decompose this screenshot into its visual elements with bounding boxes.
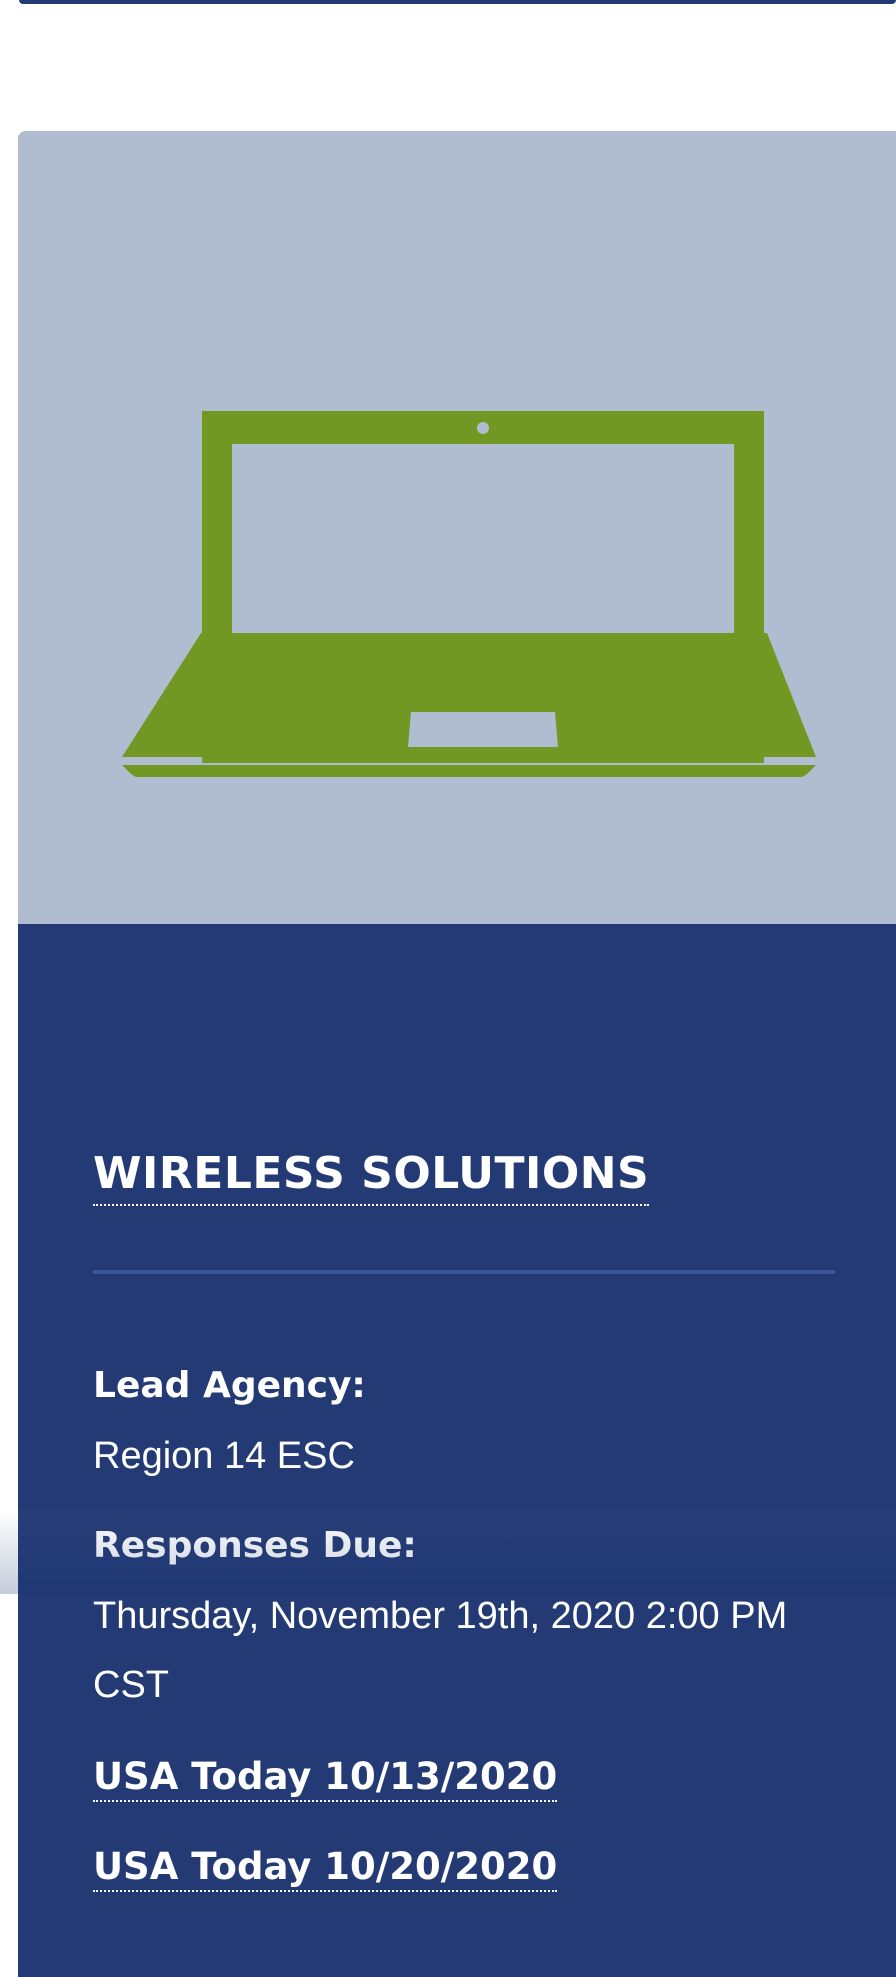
lead-agency-value: Region 14 ESC bbox=[93, 1435, 355, 1477]
laptop-icon bbox=[122, 411, 816, 777]
document-link-usa-today-1020[interactable]: USA Today 10/20/2020 bbox=[93, 1844, 558, 1892]
card-image bbox=[18, 131, 896, 924]
previous-card-bottom-edge bbox=[19, 0, 896, 4]
contract-card: WIRELESS SOLUTIONS Lead Agency: Region 1… bbox=[18, 131, 896, 1977]
responses-due-value: Thursday, November 19th, 2020 2:00 PM CS… bbox=[93, 1595, 788, 1706]
lead-agency-label: Lead Agency: bbox=[93, 1365, 366, 1406]
card-divider bbox=[93, 1270, 835, 1274]
document-link-usa-today-1013[interactable]: USA Today 10/13/2020 bbox=[93, 1754, 558, 1802]
card-title-link[interactable]: WIRELESS SOLUTIONS bbox=[93, 1146, 650, 1206]
responses-due-label: Responses Due: bbox=[93, 1525, 417, 1566]
